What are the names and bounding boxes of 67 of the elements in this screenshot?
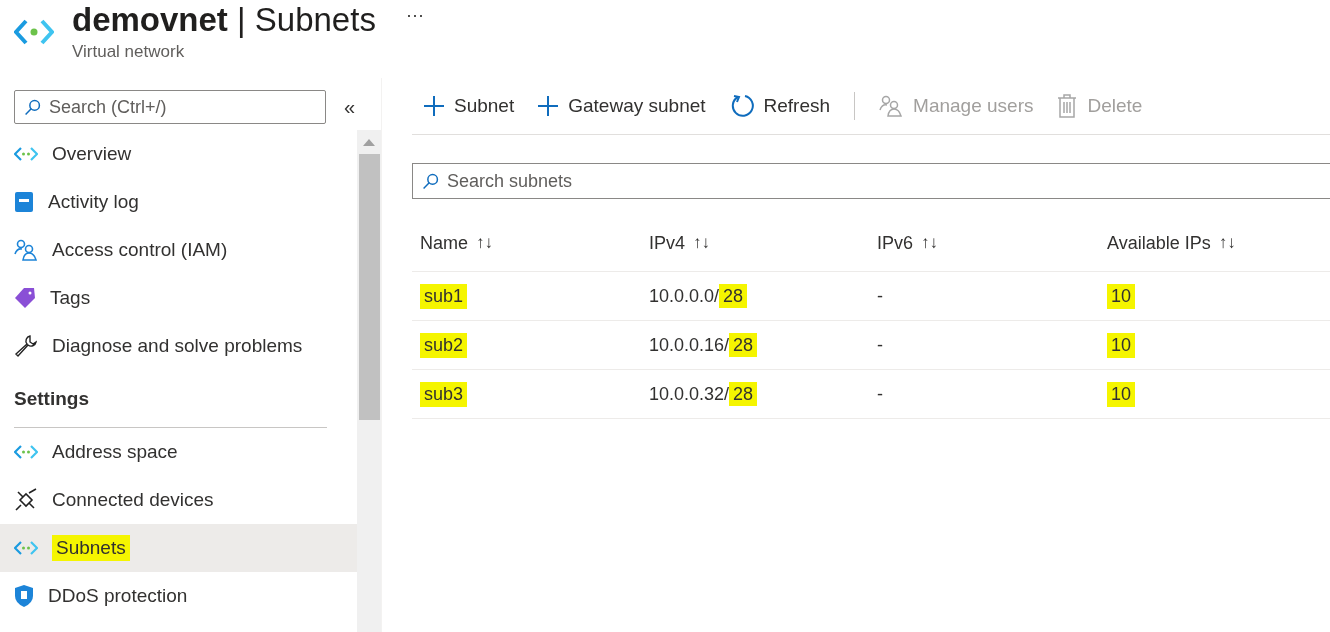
network-icon — [14, 540, 38, 556]
book-icon — [14, 191, 34, 213]
plug-icon — [14, 488, 38, 512]
collapse-button[interactable]: « — [344, 95, 356, 119]
plus-icon — [424, 96, 444, 116]
network-icon — [14, 146, 38, 162]
refresh-icon — [729, 94, 754, 118]
nav-item[interactable]: Subnets — [0, 524, 357, 572]
search-icon — [24, 99, 41, 116]
nav-label: Overview — [52, 143, 132, 165]
ipv4-cell: 10.0.0.16/ 28 — [649, 334, 758, 356]
column-header[interactable]: Name — [420, 232, 468, 254]
nav-item[interactable]: DDoS protection — [0, 572, 357, 620]
nav-item[interactable]: Access control (IAM) — [0, 226, 357, 274]
search-icon — [422, 173, 439, 190]
page-title: demovnet | Subnets — [72, 0, 376, 40]
nav-item[interactable]: Address space — [0, 428, 357, 476]
people-icon — [879, 95, 904, 117]
search-field[interactable]: Search subnets — [412, 163, 1330, 199]
toolbar-button[interactable]: Subnet — [412, 86, 527, 126]
nav-label: Subnets — [52, 535, 130, 561]
network-icon — [14, 444, 38, 460]
nav-label: Address space — [52, 441, 178, 463]
sort-button[interactable]: ↑↓ — [1218, 233, 1236, 253]
scrollbar-thumb[interactable] — [358, 154, 380, 420]
search-field[interactable]: Search (Ctrl+/) — [14, 90, 326, 124]
nav-label: Tags — [50, 287, 91, 309]
subnet-name[interactable]: sub2 — [420, 332, 468, 358]
column-header[interactable]: IPv6 — [877, 232, 914, 254]
nav-label: Activity log — [48, 191, 139, 213]
shield-icon — [14, 584, 34, 608]
people-icon — [14, 239, 38, 261]
sort-button[interactable]: ↑↓ — [693, 233, 711, 253]
scroll-up-icon[interactable] — [363, 138, 375, 146]
available-ips-cell: 10 — [1107, 283, 1136, 309]
wrench-icon — [14, 334, 38, 358]
trash-icon — [1057, 94, 1078, 118]
tag-icon — [14, 287, 36, 309]
ipv4-cell: 10.0.0.32/ 28 — [649, 383, 758, 405]
nav-item[interactable]: Connected devices — [0, 476, 357, 524]
network-icon — [14, 18, 54, 46]
column-header[interactable]: IPv4 — [649, 232, 686, 254]
available-ips-cell: 10 — [1107, 381, 1136, 407]
nav-item[interactable]: Overview — [0, 130, 357, 178]
column-header[interactable]: Available IPs — [1107, 232, 1211, 254]
available-ips-cell: 10 — [1107, 332, 1136, 358]
ipv6-cell: - — [877, 285, 883, 307]
plus-icon — [538, 96, 559, 116]
nav-item[interactable]: Tags — [0, 274, 357, 322]
sort-button[interactable]: ↑↓ — [921, 233, 939, 253]
section-heading: Settings — [14, 387, 89, 410]
ipv4-cell: 10.0.0.0/ 28 — [649, 285, 748, 307]
subnet-name[interactable]: sub1 — [420, 283, 468, 309]
nav-label: Access control (IAM) — [52, 239, 228, 261]
more-button[interactable]: ··· — [405, 0, 424, 30]
ipv6-cell: - — [877, 383, 883, 405]
sort-button[interactable]: ↑↓ — [476, 233, 493, 253]
toolbar-button[interactable]: Refresh — [717, 86, 843, 126]
nav-item[interactable]: Diagnose and solve problems — [0, 322, 357, 370]
ipv6-cell: - — [877, 334, 883, 356]
nav-label: Connected devices — [52, 489, 214, 511]
nav-item[interactable]: Activity log — [0, 178, 357, 226]
nav-label: Diagnose and solve problems — [52, 335, 303, 357]
page-subtitle: Virtual network — [72, 42, 186, 62]
toolbar-button[interactable]: Gateway subnet — [526, 86, 718, 126]
subnet-name[interactable]: sub3 — [420, 381, 468, 407]
nav-label: DDoS protection — [48, 585, 188, 607]
